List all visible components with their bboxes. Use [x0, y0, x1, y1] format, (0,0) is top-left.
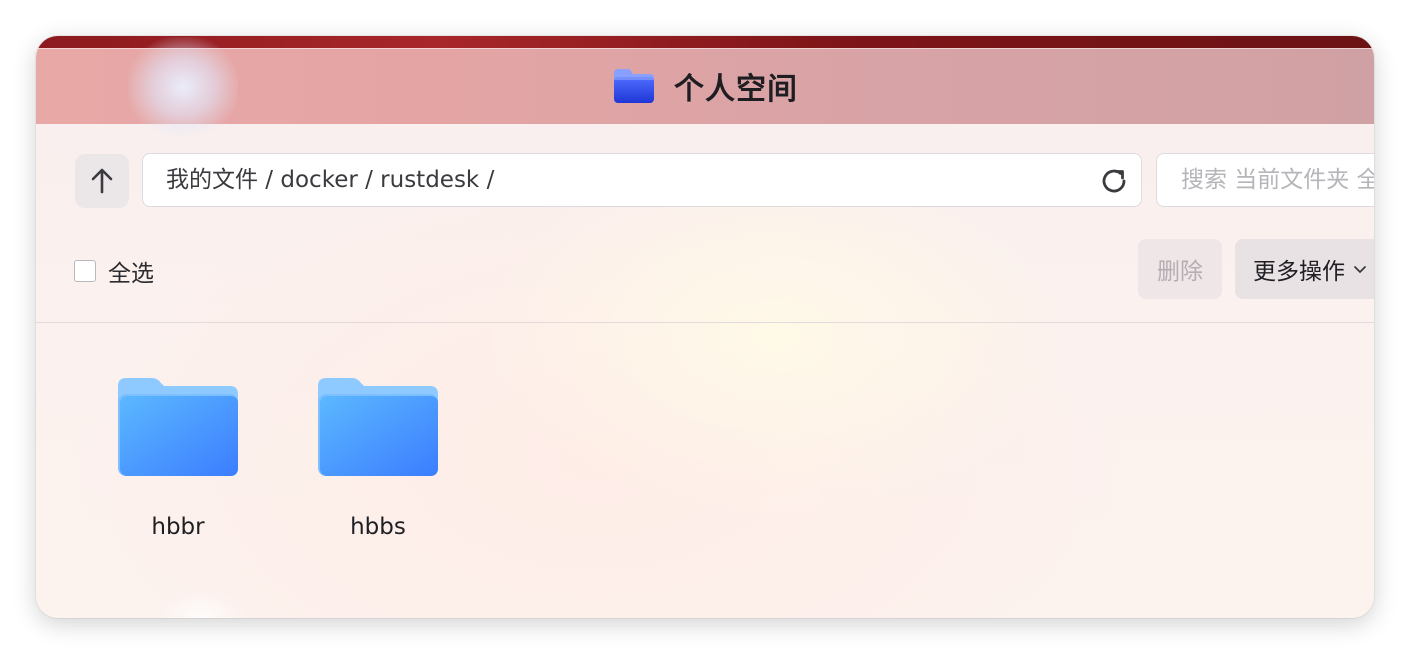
window-top-strip [36, 36, 1374, 48]
folder-name: hbbr [151, 514, 205, 540]
search-field[interactable] [1156, 153, 1374, 207]
chevron-down-icon [1354, 266, 1366, 273]
arrow-up-icon [91, 168, 113, 194]
search-input[interactable] [1157, 154, 1374, 206]
folder-item[interactable]: hbbs [298, 376, 458, 540]
more-actions-button[interactable]: 更多操作 [1235, 239, 1374, 299]
more-actions-label: 更多操作 [1253, 259, 1345, 285]
folder-item[interactable]: hbbr [98, 376, 258, 540]
folder-icon [318, 378, 438, 476]
folder-icon [118, 378, 238, 476]
select-all-control[interactable]: 全选 [74, 254, 154, 288]
path-bar[interactable]: 我的文件 / docker / rustdesk / [142, 153, 1142, 207]
folder-name: hbbs [350, 514, 406, 540]
file-manager-window: 个人空间 我的文件 / docker / rustdesk / 全选 删除 更多… [36, 36, 1374, 618]
toolbar-divider [36, 322, 1374, 323]
window-title-group: 个人空间 [36, 48, 1374, 123]
select-all-label[interactable]: 全选 [108, 254, 154, 288]
breadcrumb-path[interactable]: 我的文件 / docker / rustdesk / [166, 154, 494, 206]
window-title: 个人空间 [674, 71, 798, 107]
delete-button[interactable]: 删除 [1138, 239, 1222, 299]
refresh-icon[interactable] [1099, 166, 1129, 196]
folder-icon [614, 68, 654, 103]
go-up-button[interactable] [75, 154, 129, 208]
select-all-checkbox[interactable] [74, 260, 96, 282]
background-highlight [156, 588, 246, 618]
